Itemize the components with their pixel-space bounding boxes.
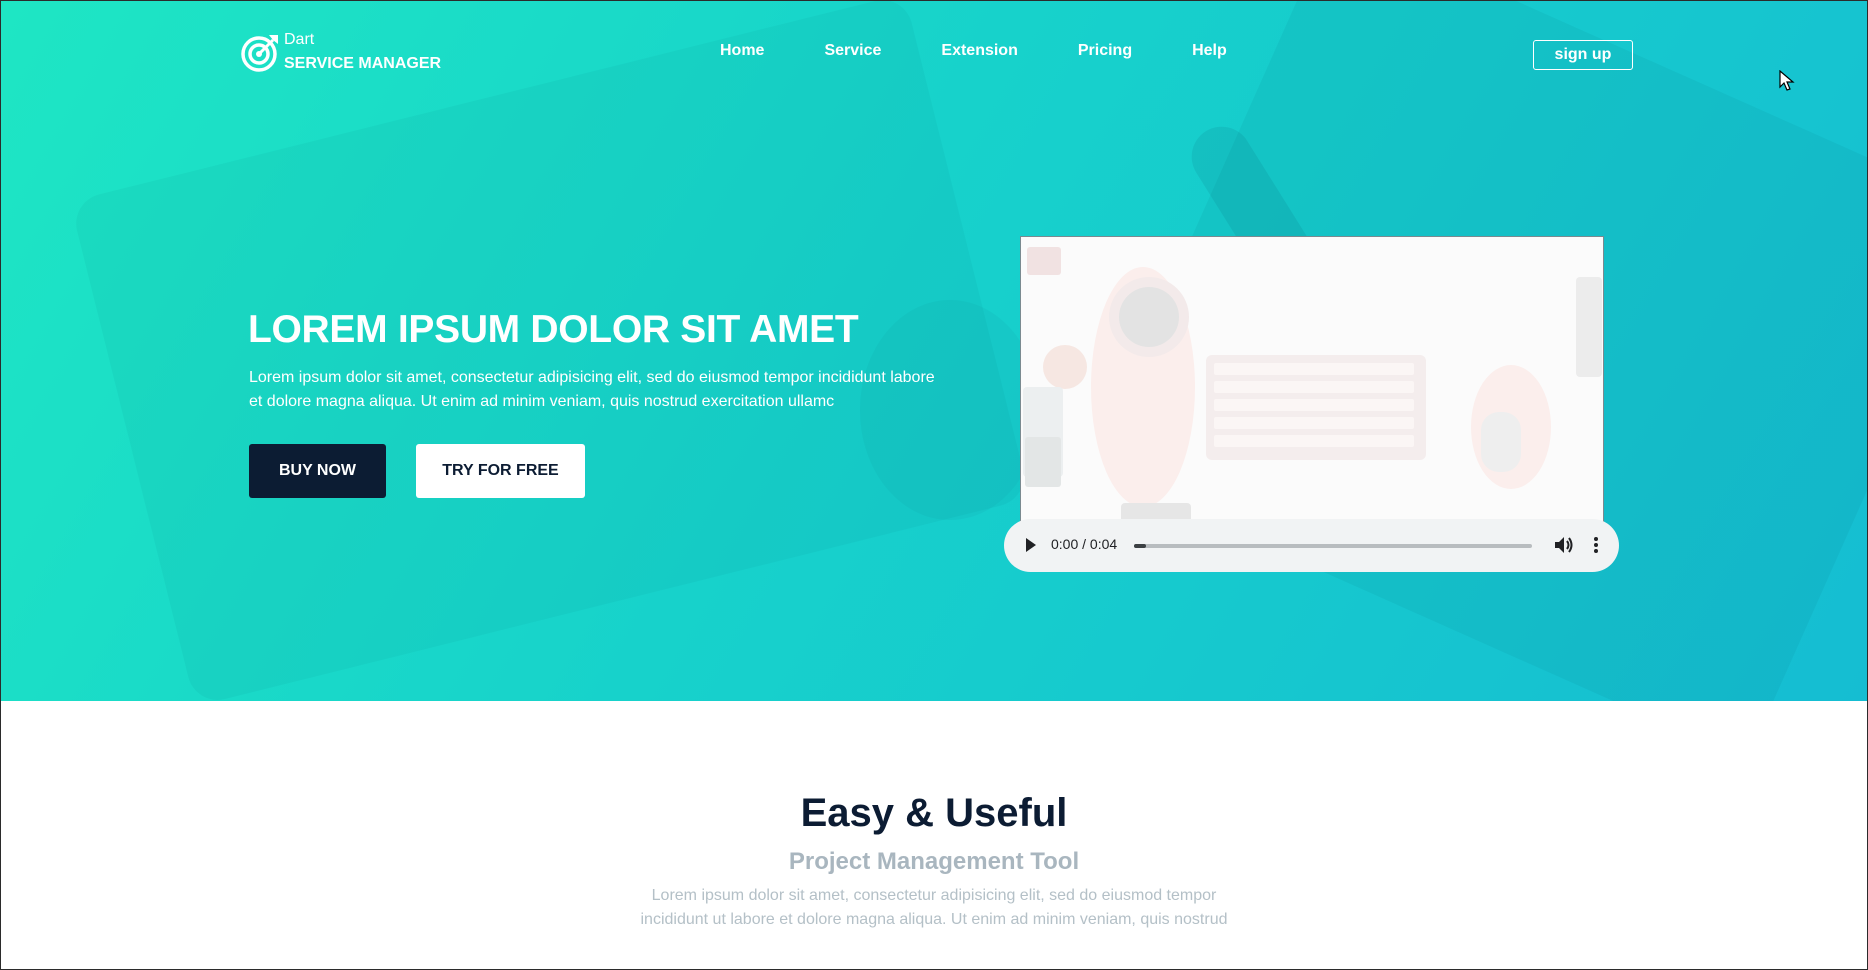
hero-description: Lorem ipsum dolor sit amet, consectetur …: [249, 369, 935, 410]
nav-item-help[interactable]: Help: [1192, 42, 1227, 60]
brand-line2: SERVICE MANAGER: [284, 55, 442, 72]
features-subtitle: Project Management Tool: [788, 848, 1080, 875]
hero-title: LOREM IPSUM DOLOR SIT AMET: [248, 308, 859, 351]
nav-item-extension[interactable]: Extension: [941, 42, 1017, 60]
more-vertical-icon[interactable]: [1592, 534, 1600, 556]
nav-item-home[interactable]: Home: [720, 42, 764, 60]
buy-now-button[interactable]: BUY NOW: [249, 444, 386, 498]
volume-icon[interactable]: [1552, 534, 1574, 556]
play-icon[interactable]: [1026, 538, 1036, 552]
nav-item-pricing[interactable]: Pricing: [1078, 42, 1132, 60]
brand-logo[interactable]: Dart SERVICE MANAGER: [240, 28, 441, 76]
media-seek-progress: [1134, 544, 1146, 548]
main-nav: Home Service Extension Pricing Help: [720, 42, 1287, 60]
media-controls: 0:00 / 0:04: [1004, 519, 1619, 572]
mouse-cursor-icon: [1779, 70, 1795, 91]
hero-section: Dart SERVICE MANAGER Home Service Extens…: [0, 0, 1868, 701]
signup-button[interactable]: sign up: [1533, 40, 1633, 70]
media-seek-slider[interactable]: [1134, 544, 1532, 548]
media-time: 0:00 / 0:04: [1051, 536, 1118, 552]
target-logo-icon: [241, 35, 278, 72]
nav-item-service[interactable]: Service: [824, 42, 881, 60]
features-title: Easy & Useful: [800, 791, 1068, 835]
try-for-free-button[interactable]: TRY FOR FREE: [416, 444, 585, 498]
features-description: Lorem ipsum dolor sit amet, consectetur …: [640, 887, 1228, 928]
video-thumbnail: [1021, 237, 1603, 537]
brand-line1: Dart: [284, 31, 315, 48]
video-frame[interactable]: [1020, 236, 1604, 538]
brand-name: Dart SERVICE MANAGER: [284, 28, 441, 76]
